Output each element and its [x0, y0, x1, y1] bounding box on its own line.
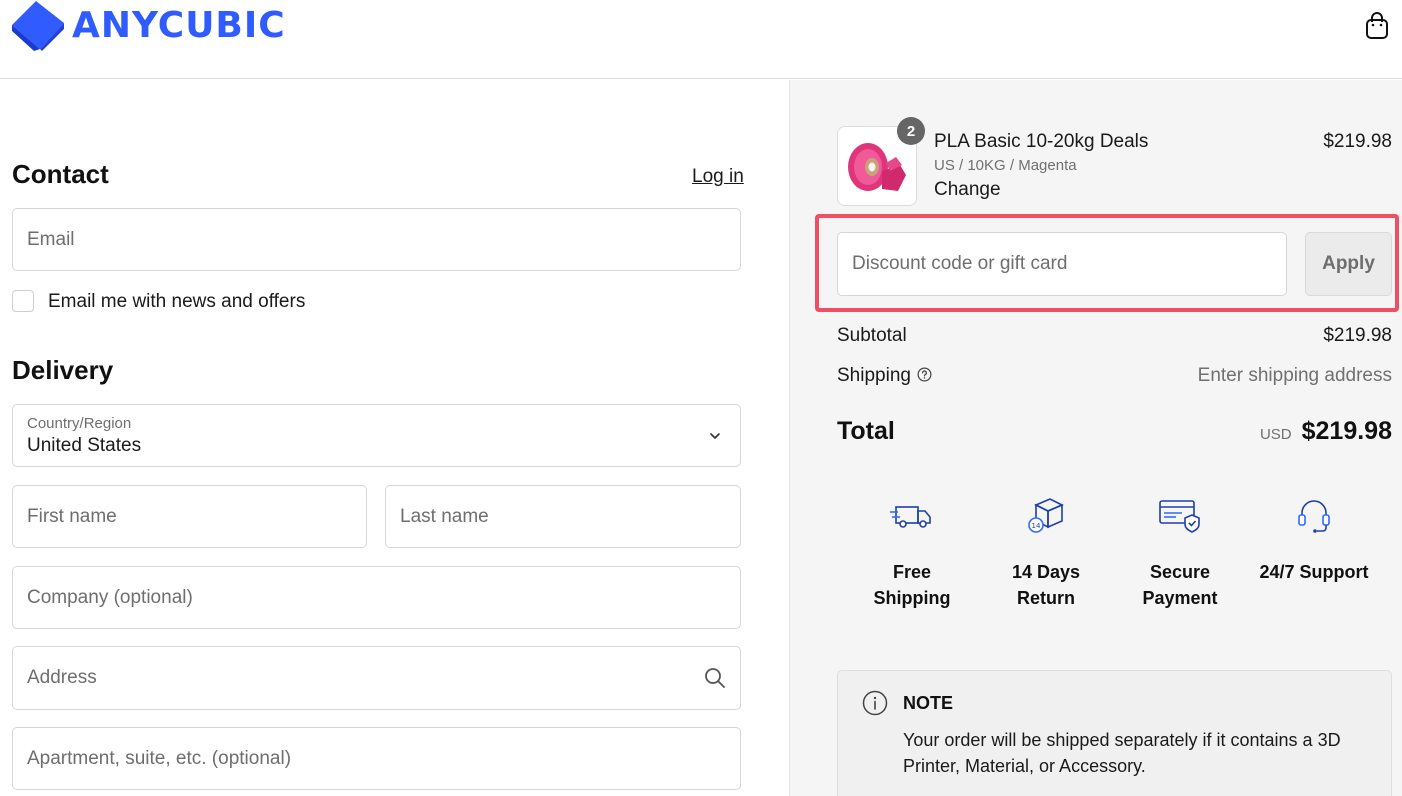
total-currency: USD: [1259, 426, 1292, 443]
shipping-row: Shipping: [837, 365, 932, 387]
country-select[interactable]: Country/Region United States: [12, 404, 741, 467]
feature-secure-payment: Secure Payment: [1113, 493, 1247, 623]
return-box-icon: 14: [1028, 498, 1064, 533]
feature-label: 24/7 Support: [1259, 562, 1369, 582]
note-text: Your order will be shipped separately if…: [903, 730, 1341, 776]
feature-support: 24/7 Support: [1247, 493, 1381, 623]
site-header: ANYCUBIC: [0, 0, 1402, 79]
address-wrapper: [12, 646, 741, 710]
delivery-truck-icon: [890, 506, 931, 528]
shopping-bag-icon[interactable]: [1364, 12, 1390, 40]
secure-card-icon: [1159, 500, 1200, 533]
subtotal-label: Subtotal: [837, 325, 907, 346]
country-select-label: Country/Region: [27, 415, 132, 432]
discount-code-field[interactable]: [838, 233, 1286, 295]
product-variant: US / 10KG / Magenta: [934, 157, 1077, 174]
headset-icon: [1298, 500, 1330, 533]
total-label: Total: [837, 417, 895, 445]
apply-discount-button[interactable]: Apply: [1305, 232, 1392, 296]
search-icon[interactable]: [704, 667, 726, 689]
product-title: PLA Basic 10-20kg Deals: [934, 131, 1149, 152]
company-field[interactable]: [13, 567, 740, 628]
newsletter-checkbox[interactable]: [12, 290, 34, 312]
feature-free-shipping: Free Shipping: [845, 493, 979, 623]
first-name-wrapper: [12, 485, 367, 548]
feature-label: 14 Days Return: [1011, 562, 1081, 608]
feature-label: Secure Payment: [1142, 562, 1218, 608]
note-title: NOTE: [903, 693, 954, 713]
newsletter-label: Email me with news and offers: [48, 291, 306, 312]
email-field-wrapper: [12, 208, 741, 271]
change-variant-link[interactable]: Change: [934, 179, 1001, 201]
brand-name: ANYCUBIC: [72, 5, 286, 46]
total-price: USD $219.98: [1260, 417, 1392, 446]
address-field[interactable]: [13, 647, 740, 709]
last-name-field[interactable]: [386, 486, 740, 547]
total-amount: $219.98: [1301, 417, 1392, 445]
cube-logo-icon: [12, 1, 64, 51]
apartment-field[interactable]: [13, 728, 740, 789]
contact-heading: Contact: [12, 159, 109, 189]
discount-wrapper: [837, 232, 1287, 296]
shipping-label: Shipping: [837, 365, 911, 386]
benefits-row: Free Shipping 14 14 Days Return Secure P…: [845, 493, 1382, 623]
country-select-value: United States: [27, 435, 142, 456]
info-circle-icon: [862, 690, 888, 716]
feature-label: Free Shipping: [873, 562, 951, 608]
subtotal-value: $219.98: [1323, 325, 1392, 346]
login-link[interactable]: Log in: [692, 166, 744, 188]
company-wrapper: [12, 566, 741, 629]
first-name-field[interactable]: [13, 486, 366, 547]
delivery-heading: Delivery: [12, 355, 114, 385]
email-field[interactable]: [13, 209, 740, 270]
last-name-wrapper: [385, 485, 741, 548]
apartment-wrapper: [12, 727, 741, 790]
shipping-value: Enter shipping address: [1197, 365, 1392, 386]
chevron-down-icon: [710, 433, 720, 439]
shipping-note: NOTE Your order will be shipped separate…: [837, 670, 1392, 796]
quantity-badge: 2: [897, 117, 925, 145]
brand-logo[interactable]: ANYCUBIC: [12, 0, 286, 52]
feature-return: 14 14 Days Return: [979, 493, 1113, 623]
svg-text:14: 14: [1032, 522, 1041, 530]
question-circle-icon[interactable]: [917, 367, 932, 382]
product-price: $219.98: [1323, 131, 1392, 152]
